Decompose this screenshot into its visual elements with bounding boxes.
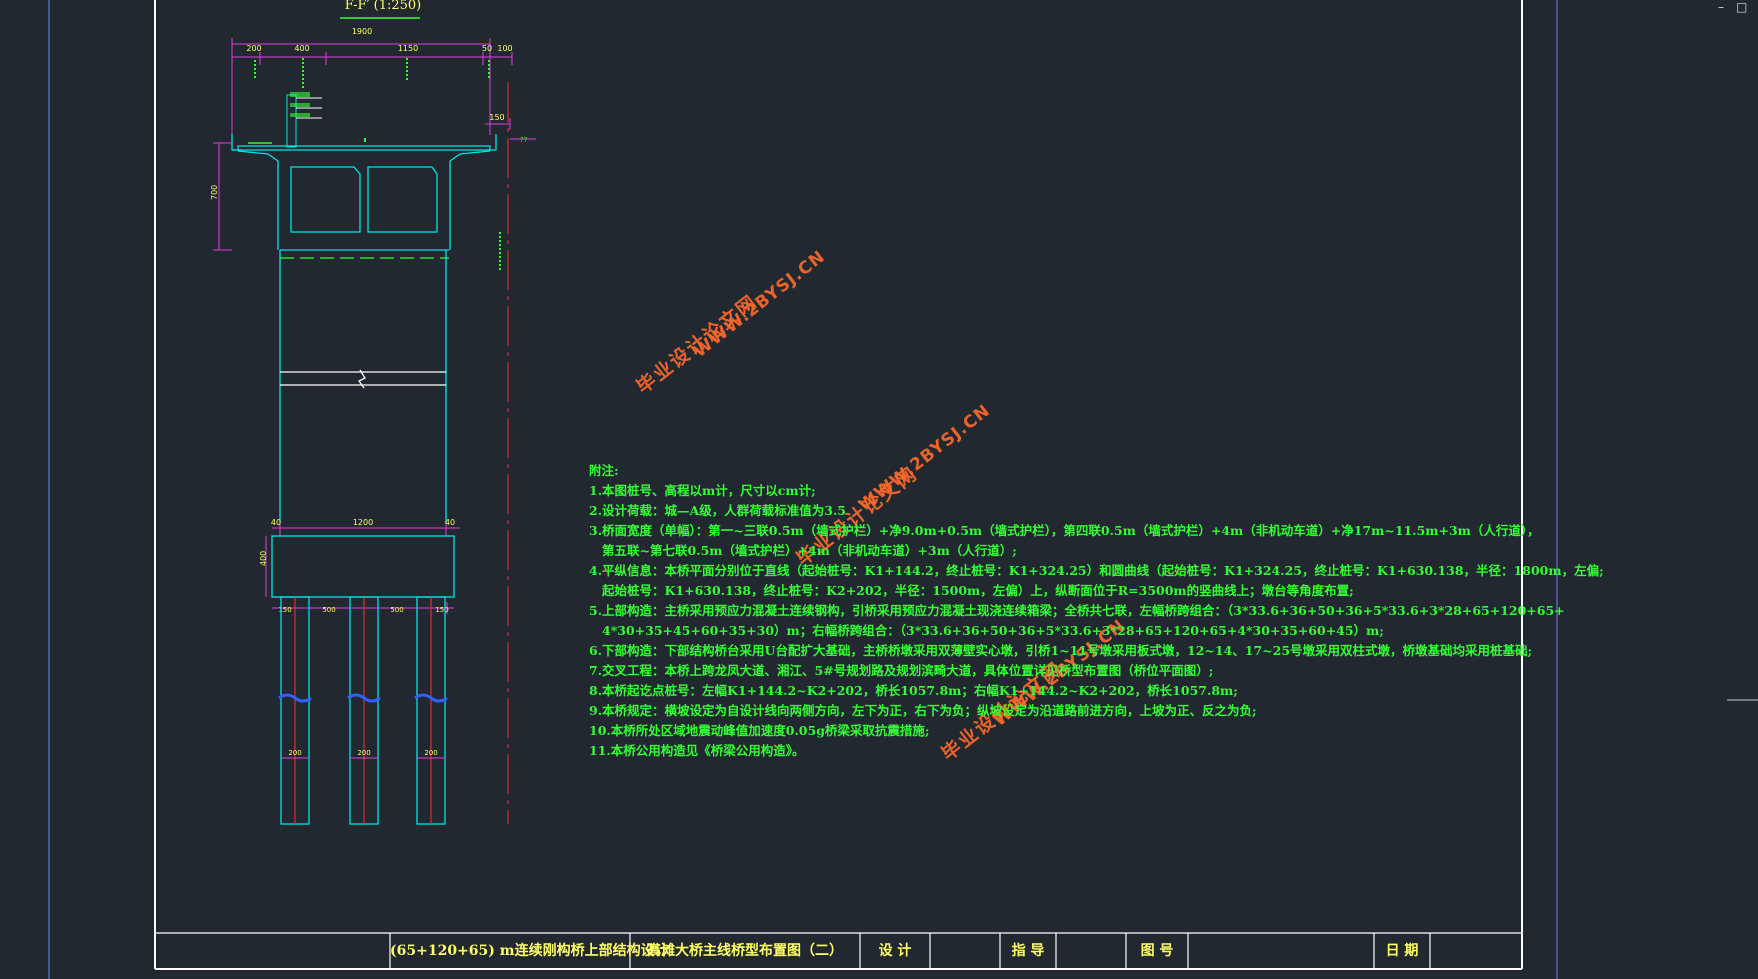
- note-line: 1.本图桩号、高程以m计，尺寸以cm计;: [589, 483, 816, 498]
- note-line: 起始桩号：K1+630.138，终止桩号：K2+202，半径：1500m，左偏）…: [589, 583, 1354, 598]
- dim-top-seg-5: 100: [497, 44, 512, 53]
- dim-deck-left-height: 700: [210, 185, 219, 200]
- dim-pile-dia-1: 200: [288, 749, 301, 757]
- restore-icon[interactable]: □: [1736, 0, 1747, 14]
- notes-title: 附注:: [589, 463, 619, 478]
- dim-top-total: 1900: [352, 27, 372, 36]
- pile-centerlines: [294, 597, 432, 824]
- pile-cap: [271, 535, 455, 598]
- title-block-project: (65+120+65) m连续刚构桥上部结构设计: [390, 943, 669, 959]
- note-line: 第五联~第七联0.5m（墙式护栏）+4m（非机动车道）+3m（人行道）;: [589, 543, 1017, 558]
- dim-pile-cap-height: 400: [259, 551, 268, 566]
- dim-pile-spacing-1: 150: [278, 606, 291, 614]
- dim-pier-top-3: 40: [445, 518, 455, 527]
- dim-top-seg-2: 400: [294, 44, 309, 53]
- piles: [280, 596, 446, 825]
- minimize-icon[interactable]: –: [1718, 0, 1724, 14]
- dim-pier-top-1: 40: [271, 518, 281, 527]
- note-line: 9.本桥规定：横坡设定为自设计线向两侧方向，左下为正，右下为负；纵坡设定为沿道路…: [589, 703, 1257, 718]
- dim-pile-spacing-3: 500: [390, 606, 403, 614]
- title-block-drawing: 高滩大桥主线桥型布置图（二）: [647, 943, 843, 959]
- dim-pile-dia-3: 200: [424, 749, 437, 757]
- note-line: 11.本桥公用构造见《桥梁公用构造》。: [589, 743, 805, 758]
- note-line: 3.桥面宽度（单幅）：第一~三联0.5m（墙式护栏）+净9.0m+0.5m（墙式…: [589, 523, 1540, 538]
- note-line: 5.上部构造：主桥采用预应力混凝土连续钢构，引桥采用预应力混凝土现浇连续箱梁；全…: [589, 603, 1565, 618]
- title-block-guide-label: 指 导: [1011, 943, 1045, 959]
- section-title: F-F′ (1:250): [345, 0, 422, 13]
- lane-marks: [254, 58, 490, 90]
- dim-top-seg-4: 50: [482, 44, 492, 53]
- dim-pile-spacing-4: 150: [435, 606, 448, 614]
- note-line: 8.本桥起讫点桩号：左幅K1+144.2~K2+202，桥长1057.8m；右幅…: [589, 683, 1238, 698]
- note-line: 10.本桥所处区域地震动峰值加速度0.05g桥梁采取抗震措施;: [589, 723, 930, 738]
- note-line: 4*30+35+45+60+35+30）m；右幅桥跨组合：（3*33.6+36+…: [589, 623, 1384, 638]
- title-block-date-label: 日 期: [1385, 943, 1419, 959]
- title-block-drawing-no-label: 图 号: [1140, 943, 1174, 959]
- lamp-post: [286, 92, 322, 148]
- title-block-design-label: 设 计: [878, 943, 912, 959]
- pile-break-marks: [278, 693, 448, 703]
- top-dimension-labels: 1900 200 400 1150 50 100: [246, 27, 512, 53]
- dim-pier-top-2: 1200: [353, 518, 373, 527]
- top-dimension-chain: [231, 38, 513, 135]
- dim-deck-right: 150: [489, 113, 504, 122]
- pier-column: [279, 250, 447, 523]
- dim-top-seg-1: 200: [246, 44, 261, 53]
- dim-top-seg-3: 1150: [398, 44, 418, 53]
- pile-spacing-dimension: [272, 602, 454, 614]
- dim-pile-dia-2: 200: [357, 749, 370, 757]
- note-line: 4.平纵信息：本桥平面分别位于直线（起始桩号：K1+144.2，终止桩号：K1+…: [589, 563, 1604, 578]
- box-girder-section: [231, 134, 497, 259]
- note-line: 6.下部构造：下部结构桥台采用U台配扩大基础，主桥桥墩采用双薄壁实心墩，引桥1~…: [589, 643, 1533, 658]
- note-line: 7.交叉工程：本桥上跨龙凤大道、湘江、5#号规划路及规划滨畸大道，具体位置详见桥…: [589, 663, 1214, 678]
- dim-deck-right-label: ??: [520, 136, 528, 144]
- notes-block: 附注: 1.本图桩号、高程以m计，尺寸以cm计; 2.设计荷载：城—A级，人群荷…: [589, 461, 1604, 761]
- note-line: 2.设计荷载：城—A级，人群荷载标准值为3.5: [589, 503, 846, 518]
- dim-pile-spacing-2: 500: [322, 606, 335, 614]
